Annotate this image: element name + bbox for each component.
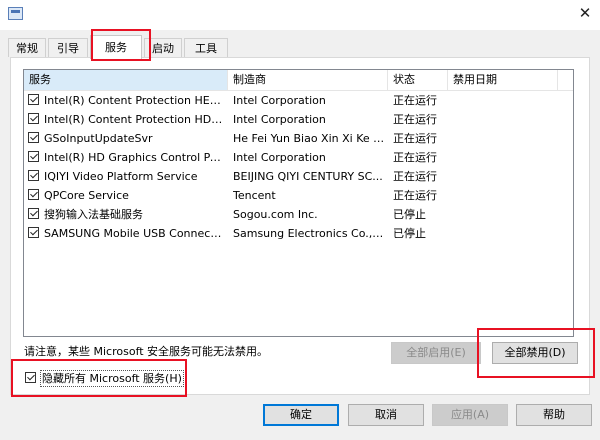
- service-disabled-date: [453, 205, 553, 224]
- service-name: Intel(R) Content Protection HECI ...: [44, 94, 224, 107]
- cancel-button[interactable]: 取消: [348, 404, 424, 426]
- tab-startup[interactable]: 启动: [144, 38, 182, 57]
- services-list[interactable]: 服务 制造商 状态 禁用日期 Intel(R) Content Protecti…: [23, 69, 574, 337]
- table-row[interactable]: QPCore Service Tencent 正在运行: [24, 186, 573, 205]
- service-name: 搜狗输入法基础服务: [44, 208, 143, 221]
- service-checkbox[interactable]: [28, 170, 39, 181]
- list-rows: Intel(R) Content Protection HECI ... Int…: [24, 91, 573, 243]
- tab-general[interactable]: 常规: [8, 38, 46, 57]
- service-disabled-date: [453, 186, 553, 205]
- table-row[interactable]: Intel(R) Content Protection HDCP... Inte…: [24, 110, 573, 129]
- service-disabled-date: [453, 224, 553, 243]
- column-header-manufacturer[interactable]: 制造商: [228, 70, 388, 90]
- service-disabled-date: [453, 148, 553, 167]
- service-manufacturer: Tencent: [233, 189, 276, 202]
- hide-microsoft-label[interactable]: 隐藏所有 Microsoft 服务(H): [40, 370, 184, 387]
- service-checkbox[interactable]: [28, 151, 39, 162]
- table-row[interactable]: SAMSUNG Mobile USB Connecti... Samsung E…: [24, 224, 573, 243]
- service-name: QPCore Service: [44, 189, 129, 202]
- table-row[interactable]: GSoInputUpdateSvr He Fei Yun Biao Xin Xi…: [24, 129, 573, 148]
- service-status: 正在运行: [393, 189, 437, 202]
- service-status: 正在运行: [393, 170, 437, 183]
- services-panel: 服务 制造商 状态 禁用日期 Intel(R) Content Protecti…: [10, 57, 590, 395]
- list-header: 服务 制造商 状态 禁用日期: [24, 70, 573, 91]
- column-header-disabled-date[interactable]: 禁用日期: [448, 70, 558, 90]
- help-button[interactable]: 帮助: [516, 404, 592, 426]
- service-checkbox[interactable]: [28, 189, 39, 200]
- service-name: GSoInputUpdateSvr: [44, 132, 153, 145]
- service-manufacturer: Intel Corporation: [233, 113, 326, 126]
- service-manufacturer: BEIJING QIYI CENTURY SC...: [233, 170, 383, 183]
- apply-button[interactable]: 应用(A): [432, 404, 508, 426]
- msconfig-app-icon: [8, 7, 23, 20]
- column-header-service[interactable]: 服务: [24, 70, 228, 90]
- dialog-body: 常规 引导 服务 启动 工具 服务 制造商 状态 禁用日期 Intel(R) C…: [0, 30, 600, 440]
- service-manufacturer: Intel Corporation: [233, 151, 326, 164]
- table-row[interactable]: Intel(R) HD Graphics Control Pan... Inte…: [24, 148, 573, 167]
- service-manufacturer: Samsung Electronics Co., L...: [233, 227, 385, 240]
- service-disabled-date: [453, 91, 553, 110]
- close-button[interactable]: ✕: [576, 4, 594, 22]
- service-disabled-date: [453, 110, 553, 129]
- service-checkbox[interactable]: [28, 132, 39, 143]
- service-manufacturer: He Fei Yun Biao Xin Xi Ke J...: [233, 132, 385, 145]
- service-manufacturer: Sogou.com Inc.: [233, 208, 318, 221]
- service-checkbox[interactable]: [28, 208, 39, 219]
- service-status: 正在运行: [393, 132, 437, 145]
- service-name: Intel(R) HD Graphics Control Pan...: [44, 151, 224, 164]
- hide-microsoft-checkbox[interactable]: [25, 372, 36, 383]
- table-row[interactable]: 搜狗输入法基础服务 Sogou.com Inc. 已停止: [24, 205, 573, 224]
- ok-button[interactable]: 确定: [263, 404, 339, 426]
- tab-boot[interactable]: 引导: [48, 38, 88, 57]
- service-name: IQIYI Video Platform Service: [44, 170, 198, 183]
- column-header-status[interactable]: 状态: [388, 70, 448, 90]
- service-status: 已停止: [393, 227, 426, 240]
- service-disabled-date: [453, 167, 553, 186]
- service-checkbox[interactable]: [28, 227, 39, 238]
- enable-all-button[interactable]: 全部启用(E): [391, 342, 481, 364]
- service-status: 正在运行: [393, 151, 437, 164]
- service-status: 正在运行: [393, 94, 437, 107]
- security-notice: 请注意，某些 Microsoft 安全服务可能无法禁用。: [24, 345, 269, 358]
- service-checkbox[interactable]: [28, 113, 39, 124]
- table-row[interactable]: IQIYI Video Platform Service BEIJING QIY…: [24, 167, 573, 186]
- tab-services[interactable]: 服务: [90, 35, 142, 59]
- service-status: 正在运行: [393, 113, 437, 126]
- service-manufacturer: Intel Corporation: [233, 94, 326, 107]
- tab-tools[interactable]: 工具: [184, 38, 228, 57]
- service-name: Intel(R) Content Protection HDCP...: [44, 113, 224, 126]
- service-status: 已停止: [393, 208, 426, 221]
- service-name: SAMSUNG Mobile USB Connecti...: [44, 227, 224, 240]
- table-row[interactable]: Intel(R) Content Protection HECI ... Int…: [24, 91, 573, 110]
- service-disabled-date: [453, 129, 553, 148]
- disable-all-button[interactable]: 全部禁用(D): [492, 342, 578, 364]
- title-bar: ✕: [0, 0, 600, 30]
- service-checkbox[interactable]: [28, 94, 39, 105]
